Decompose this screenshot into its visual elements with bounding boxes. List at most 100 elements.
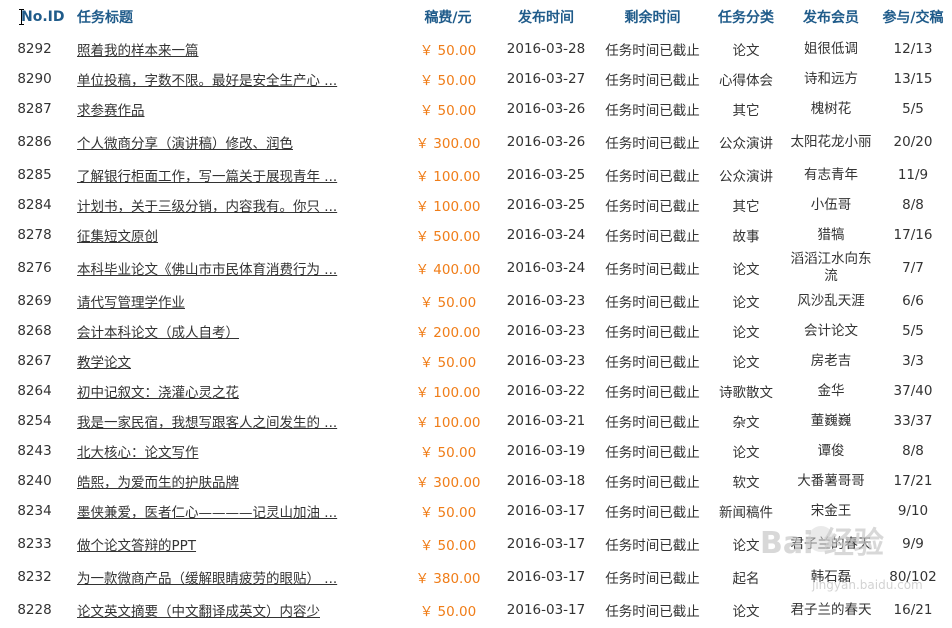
task-title-link[interactable]: 求参赛作品 — [77, 103, 145, 119]
header-category: 任务分类 — [718, 10, 774, 26]
task-title-link[interactable]: 做个论文答辩的PPT — [77, 538, 196, 554]
task-title-link[interactable]: 征集短文原创 — [77, 229, 158, 245]
task-title-link[interactable]: 请代写管理学作业 — [77, 295, 185, 311]
task-remaining: 任务时间已截止 — [605, 136, 700, 152]
task-title: 征集短文原创 — [69, 220, 405, 250]
task-category: 论文 — [732, 604, 760, 620]
header-id[interactable]: No.ID — [0, 0, 69, 34]
task-title-link[interactable]: 会计本科论文（成人自考） — [77, 325, 239, 341]
task-remaining: 任务时间已截止 — [605, 415, 700, 431]
task-date: 2016-03-24 — [506, 227, 586, 243]
task-member: 会计论文 — [804, 322, 858, 339]
task-id: 8243 — [17, 443, 52, 459]
task-fee: ￥ 500.00 — [415, 229, 481, 245]
table-row: 8287 求参赛作品 ￥ 50.00 2016-03-26 任务时间已截止 其它 槐树花 5/… — [0, 94, 952, 124]
task-remaining: 任务时间已截止 — [605, 604, 700, 620]
task-title-link[interactable]: 我是一家民宿，我想写跟客人之间发生的 ... — [77, 415, 337, 431]
task-category: 论文 — [732, 325, 760, 341]
task-id: 8290 — [17, 71, 52, 87]
task-member: 姐很低调 — [804, 40, 858, 57]
task-title-link[interactable]: 单位投稿，字数不限。最好是安全生产心 ... — [77, 73, 337, 89]
task-title: 本科毕业论文《佛山市市民体育消费行为 ... — [69, 250, 405, 286]
task-remaining: 任务时间已截止 — [605, 355, 700, 371]
task-category: 论文 — [732, 295, 760, 311]
task-title: 请代写管理学作业 — [69, 286, 405, 316]
task-title-link[interactable]: 初中记叙文：浇灌心灵之花 — [77, 385, 239, 401]
task-title-link[interactable]: 个人微商分享（演讲稿）修改、润色 — [77, 136, 293, 152]
table-row: 8228 论文英文摘要（中文翻译成英文）内容少 ￥ 50.00 2016-03-17 任… — [0, 592, 952, 628]
task-participation: 16/21 — [893, 602, 933, 618]
header-fee[interactable]: 稿费/元 — [405, 0, 491, 34]
task-title: 求参赛作品 — [69, 94, 405, 124]
task-member: 房老吉 — [810, 352, 852, 369]
task-category: 诗歌散文 — [719, 385, 773, 401]
task-fee: ￥ 380.00 — [415, 571, 481, 587]
task-title-link[interactable]: 本科毕业论文《佛山市市民体育消费行为 ... — [77, 262, 337, 278]
task-title-link[interactable]: 为一款微商产品（缓解眼睛疲劳的眼贴） ... — [77, 571, 337, 587]
task-remaining: 任务时间已截止 — [605, 295, 700, 311]
task-title: 会计本科论文（成人自考） — [69, 316, 405, 346]
table-row: 8286 个人微商分享（演讲稿）修改、润色 ￥ 300.00 2016-03-26 任务… — [0, 124, 952, 160]
task-member: 金华 — [817, 382, 845, 399]
task-participation: 9/10 — [897, 503, 929, 519]
watermark-logo: Bai 经验 — [760, 526, 884, 561]
task-participation: 6/6 — [902, 293, 924, 309]
task-date: 2016-03-23 — [506, 293, 586, 309]
table-header: No.ID 任务标题 稿费/元 发布时间 剩余时间 任务分类 发布会员 参与/交… — [0, 0, 952, 34]
task-id: 8254 — [17, 413, 52, 429]
task-date: 2016-03-26 — [506, 101, 586, 117]
task-participation: 9/9 — [902, 536, 924, 552]
task-id: 8276 — [17, 260, 52, 276]
task-fee: ￥ 50.00 — [419, 538, 477, 554]
task-title: 教学论文 — [69, 346, 405, 376]
task-id: 8234 — [17, 503, 52, 519]
task-date: 2016-03-23 — [506, 323, 586, 339]
task-fee: ￥ 100.00 — [415, 199, 481, 215]
task-remaining: 任务时间已截止 — [605, 475, 700, 491]
task-title-link[interactable]: 墨侠兼爱，医者仁心————记灵山加油 ... — [77, 505, 337, 521]
task-id: 8285 — [17, 167, 52, 183]
task-category: 故事 — [732, 229, 760, 245]
task-remaining: 任务时间已截止 — [605, 505, 700, 521]
task-category: 论文 — [732, 445, 760, 461]
table-row: 8285 了解银行柜面工作，写一篇关于展现青年 ... ￥ 100.00 2016-0… — [0, 160, 952, 190]
task-id: 8269 — [17, 293, 52, 309]
task-title-link[interactable]: 北大核心：论文写作 — [77, 445, 199, 461]
task-member: 大番薯哥哥 — [797, 472, 865, 489]
task-title-link[interactable]: 教学论文 — [77, 355, 131, 371]
task-title: 为一款微商产品（缓解眼睛疲劳的眼贴） ... — [69, 562, 405, 592]
task-date: 2016-03-25 — [506, 197, 586, 213]
task-fee: ￥ 50.00 — [419, 295, 477, 311]
task-id: 8232 — [17, 569, 52, 585]
task-id: 8278 — [17, 227, 52, 243]
task-remaining: 任务时间已截止 — [605, 571, 700, 587]
header-participation[interactable]: 参与/交稿 — [874, 0, 952, 34]
task-date: 2016-03-22 — [506, 383, 586, 399]
task-title: 照着我的样本来一篇 — [69, 34, 405, 64]
task-title-link[interactable]: 计划书，关于三级分销，内容我有。你只 ... — [77, 199, 337, 215]
text-cursor-icon — [19, 9, 25, 25]
task-title-link[interactable]: 皓熙，为爱而生的护肤品牌 — [77, 475, 239, 491]
task-member: 诗和远方 — [804, 70, 858, 87]
table-row: 8290 单位投稿，字数不限。最好是安全生产心 ... ￥ 50.00 2016-03… — [0, 64, 952, 94]
task-date: 2016-03-28 — [506, 41, 586, 57]
task-participation: 17/16 — [893, 227, 933, 243]
task-id: 8240 — [17, 473, 52, 489]
task-member: 君子兰的春天 — [790, 601, 872, 618]
task-category: 论文 — [732, 355, 760, 371]
task-title-link[interactable]: 了解银行柜面工作，写一篇关于展现青年 ... — [77, 169, 337, 185]
task-title-link[interactable]: 论文英文摘要（中文翻译成英文）内容少 — [77, 604, 320, 620]
table-row: 8243 北大核心：论文写作 ￥ 50.00 2016-03-19 任务时间已截止 论文 谭… — [0, 436, 952, 466]
task-member: 槐树花 — [810, 100, 852, 117]
task-member: 小伍哥 — [810, 196, 852, 213]
task-date: 2016-03-17 — [506, 602, 586, 618]
task-title: 了解银行柜面工作，写一篇关于展现青年 ... — [69, 160, 405, 190]
task-fee: ￥ 50.00 — [419, 505, 477, 521]
header-publish-time[interactable]: 发布时间 — [491, 0, 601, 34]
header-title: 任务标题 — [77, 10, 133, 26]
task-participation: 17/21 — [893, 473, 933, 489]
task-date: 2016-03-18 — [506, 473, 586, 489]
task-title-link[interactable]: 照着我的样本来一篇 — [77, 43, 199, 59]
task-title: 论文英文摘要（中文翻译成英文）内容少 — [69, 592, 405, 628]
table-row: 8267 教学论文 ￥ 50.00 2016-03-23 任务时间已截止 论文 房老吉 3/3 — [0, 346, 952, 376]
